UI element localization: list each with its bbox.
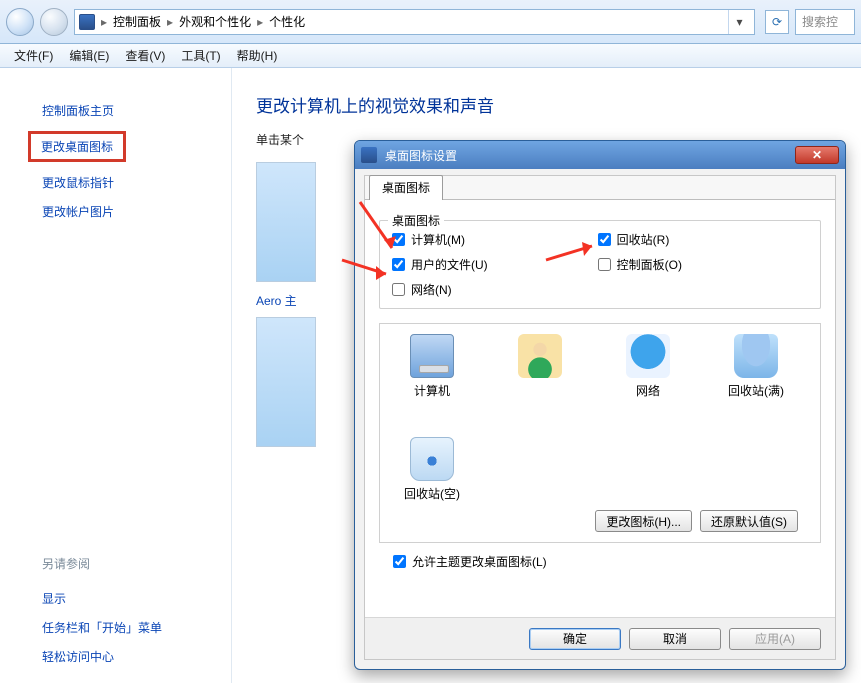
icon-item-computer[interactable]: 计算机 [390, 334, 474, 399]
sidebar: 控制面板主页 更改桌面图标 更改鼠标指针 更改帐户图片 另请参阅 显示 任务栏和… [0, 68, 232, 683]
theme-thumbnail[interactable] [256, 162, 316, 282]
computer-icon [410, 334, 454, 378]
dialog-title: 桌面图标设置 [385, 147, 787, 164]
dialog-titlebar[interactable]: 桌面图标设置 ✕ [355, 141, 845, 169]
chevron-right-icon: ▸ [101, 15, 107, 29]
breadcrumb-item[interactable]: 控制面板 [113, 13, 161, 30]
recycle-bin-full-icon [734, 334, 778, 378]
group-label: 桌面图标 [388, 212, 444, 229]
chevron-right-icon: ▸ [257, 15, 263, 29]
tab-desktop-icons[interactable]: 桌面图标 [369, 175, 443, 200]
breadcrumb-item[interactable]: 个性化 [269, 13, 305, 30]
sidebar-see-also-label: 另请参阅 [0, 555, 232, 584]
sidebar-item-ease-of-access[interactable]: 轻松访问中心 [0, 642, 232, 671]
icon-item-network[interactable]: 网络 [606, 334, 690, 399]
close-button[interactable]: ✕ [795, 146, 839, 164]
icon-item-recycle-empty[interactable]: 回收站(空) [390, 437, 474, 502]
ok-button[interactable]: 确定 [529, 628, 621, 650]
tab-content: 桌面图标 计算机(M) 用户的文件(U) 网络(N) 回收站(R) 控制面板(O… [365, 200, 835, 611]
recycle-bin-empty-icon [410, 437, 454, 481]
checkbox-recycle-bin[interactable]: 回收站(R) [598, 231, 682, 248]
change-icon-button[interactable]: 更改图标(H)... [595, 510, 692, 532]
sidebar-item-desktop-icons[interactable]: 更改桌面图标 [28, 131, 126, 162]
search-input[interactable]: 搜索控 [795, 9, 855, 35]
chevron-right-icon: ▸ [167, 15, 173, 29]
page-title: 更改计算机上的视觉效果和声音 [256, 92, 837, 117]
apply-button[interactable]: 应用(A) [729, 628, 821, 650]
dialog-footer: 确定 取消 应用(A) [365, 617, 835, 659]
restore-default-button[interactable]: 还原默认值(S) [700, 510, 798, 532]
icon-item-user[interactable] [498, 334, 582, 399]
nav-forward-button[interactable] [40, 8, 68, 36]
icon-preview-box: 计算机 网络 回收站(满) [379, 323, 821, 543]
refresh-button[interactable]: ⟳ [765, 10, 789, 34]
menu-edit[interactable]: 编辑(E) [69, 47, 109, 64]
sidebar-item-display[interactable]: 显示 [0, 584, 232, 613]
network-icon [626, 334, 670, 378]
menu-tools[interactable]: 工具(T) [181, 47, 220, 64]
address-bar: ▸ 控制面板 ▸ 外观和个性化 ▸ 个性化 ▾ ⟳ 搜索控 [0, 0, 861, 44]
menu-bar: 文件(F) 编辑(E) 查看(V) 工具(T) 帮助(H) [0, 44, 861, 68]
icon-item-recycle-full[interactable]: 回收站(满) [714, 334, 798, 399]
menu-file[interactable]: 文件(F) [14, 47, 53, 64]
checkbox-user-files[interactable]: 用户的文件(U) [392, 256, 488, 273]
sidebar-home[interactable]: 控制面板主页 [0, 96, 231, 125]
user-icon [518, 334, 562, 378]
dialog-body: 桌面图标 桌面图标 计算机(M) 用户的文件(U) 网络(N) 回收站(R) 控… [364, 175, 836, 660]
dialog-icon [361, 147, 377, 163]
checkbox-network[interactable]: 网络(N) [392, 281, 488, 298]
tab-strip: 桌面图标 [365, 176, 835, 200]
desktop-icons-group: 桌面图标 计算机(M) 用户的文件(U) 网络(N) 回收站(R) 控制面板(O… [379, 220, 821, 309]
checkbox-control-panel[interactable]: 控制面板(O) [598, 256, 682, 273]
breadcrumb[interactable]: ▸ 控制面板 ▸ 外观和个性化 ▸ 个性化 ▾ [74, 9, 755, 35]
menu-view[interactable]: 查看(V) [125, 47, 165, 64]
sidebar-item-taskbar[interactable]: 任务栏和「开始」菜单 [0, 613, 232, 642]
breadcrumb-dropdown[interactable]: ▾ [728, 10, 750, 34]
sidebar-item-account-picture[interactable]: 更改帐户图片 [0, 197, 231, 226]
breadcrumb-item[interactable]: 外观和个性化 [179, 13, 251, 30]
desktop-icon-settings-dialog: 桌面图标设置 ✕ 桌面图标 桌面图标 计算机(M) 用户的文件(U) 网络(N)… [354, 140, 846, 670]
nav-back-button[interactable] [6, 8, 34, 36]
checkbox-computer[interactable]: 计算机(M) [392, 231, 488, 248]
menu-help[interactable]: 帮助(H) [237, 47, 278, 64]
control-panel-icon [79, 14, 95, 30]
allow-themes-checkbox[interactable]: 允许主题更改桌面图标(L) [379, 543, 821, 570]
sidebar-item-mouse-pointers[interactable]: 更改鼠标指针 [0, 168, 231, 197]
cancel-button[interactable]: 取消 [629, 628, 721, 650]
theme-thumbnail[interactable] [256, 317, 316, 447]
